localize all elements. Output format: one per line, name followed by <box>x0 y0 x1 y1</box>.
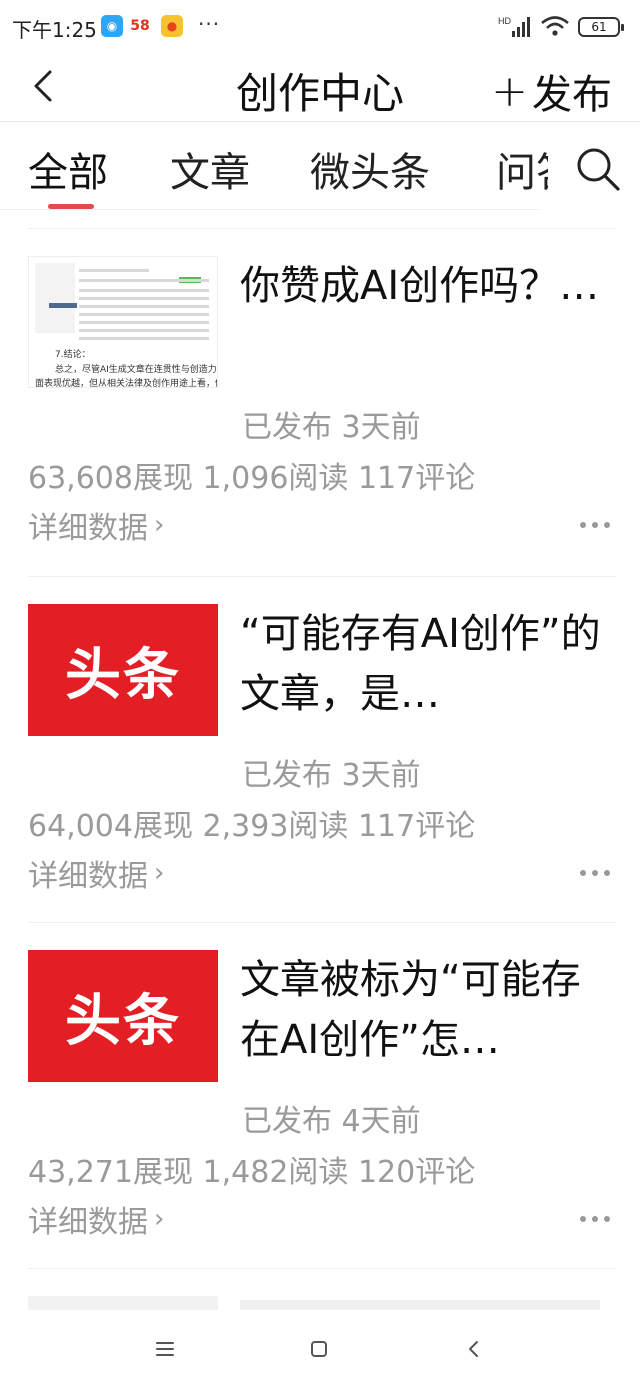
article-card[interactable]: 头条 文章被标为“可能存在AI创作”怎… 已发布 4天前 43,271展现 1,… <box>0 924 640 1264</box>
detail-data-link[interactable]: 详细数据 › <box>28 503 164 547</box>
article-title[interactable]: 你赞成AI创作吗？… <box>240 256 610 376</box>
detail-data-link[interactable]: 详细数据 › <box>28 851 164 895</box>
comments-count: 120评论 <box>357 1155 476 1190</box>
battery-icon: 61 <box>578 17 624 37</box>
nav-bar: 创作中心 + 发布 <box>0 54 640 122</box>
status-bar: 下午1:25 ◉ 58 ● ··· HD 61 <box>0 0 640 54</box>
doc-line <box>79 321 209 324</box>
reads-count: 1,482阅读 <box>202 1155 349 1190</box>
wifi-icon <box>541 16 569 36</box>
reads-count: 1,096阅读 <box>202 461 349 496</box>
search-icon[interactable] <box>575 146 621 192</box>
menu-icon[interactable] <box>150 1334 180 1364</box>
status-label: 已发布 <box>242 410 332 445</box>
content-tabs: 全部 文章 微头条 问答 <box>0 122 640 210</box>
more-options-icon[interactable] <box>578 866 612 880</box>
impressions-count: 43,271展现 <box>28 1155 193 1190</box>
article-status: 已发布 3天前 <box>242 402 421 446</box>
article-card[interactable]: 7.结论： 总之，尽管AI生成文章在连贯性与创造力方 面表现优越，但从相关法律及… <box>0 230 640 570</box>
divider <box>28 576 616 577</box>
more-options-icon[interactable] <box>578 518 612 532</box>
impressions-count: 64,004展现 <box>28 809 193 844</box>
impressions-count: 63,608展现 <box>28 461 193 496</box>
chat-app-icon: ◉ <box>101 15 123 37</box>
chevron-right-icon: › <box>154 510 165 540</box>
divider <box>28 922 616 923</box>
doc-sidebar <box>35 263 75 333</box>
article-title[interactable]: 文章被标为“可能存在AI创作”怎… <box>240 950 610 1070</box>
tab-qa[interactable]: 问答 <box>496 140 548 198</box>
article-card[interactable]: 头条 “可能存有AI创作”的文章，是… 已发布 3天前 64,004展现 2,3… <box>0 578 640 918</box>
article-status: 已发布 3天前 <box>242 750 421 794</box>
doc-line <box>79 297 209 300</box>
status-time: 下午1:25 <box>12 18 97 42</box>
detail-data-label: 详细数据 <box>28 859 148 894</box>
doc-caption: 7.结论： <box>55 350 91 360</box>
chevron-right-icon: › <box>154 858 165 888</box>
tab-qa-clip: 问答 <box>496 122 548 210</box>
doc-line <box>79 337 209 340</box>
doc-line <box>79 289 209 292</box>
status-label: 已发布 <box>242 1104 332 1139</box>
tab-micro-headlines[interactable]: 微头条 <box>310 140 430 198</box>
publish-time: 3天前 <box>341 410 421 445</box>
detail-data-link[interactable]: 详细数据 › <box>28 1197 164 1241</box>
tab-all[interactable]: 全部 <box>28 140 108 198</box>
more-notifications-icon: ··· <box>198 12 221 36</box>
article-thumbnail: 7.结论： 总之，尽管AI生成文章在连贯性与创造力方 面表现优越，但从相关法律及… <box>28 256 218 388</box>
reads-count: 2,393阅读 <box>202 809 349 844</box>
comments-count: 117评论 <box>357 461 476 496</box>
article-thumbnail: 头条 <box>28 604 218 736</box>
back-nav-icon[interactable] <box>458 1334 488 1364</box>
doc-line <box>79 269 149 272</box>
divider <box>28 228 616 229</box>
publish-time: 3天前 <box>341 758 421 793</box>
status-label: 已发布 <box>242 758 332 793</box>
doc-highlight <box>49 303 77 308</box>
doc-line <box>79 279 209 282</box>
svg-text:HD: HD <box>498 16 511 26</box>
doc-line <box>79 305 209 308</box>
doc-line <box>79 313 209 316</box>
divider <box>28 1268 616 1269</box>
article-thumbnail: 头条 <box>28 950 218 1082</box>
article-stats: 63,608展现 1,096阅读 117评论 <box>28 453 475 497</box>
comments-count: 117评论 <box>357 809 476 844</box>
chevron-right-icon: › <box>154 1204 165 1234</box>
article-title[interactable]: “可能存有AI创作”的文章，是… <box>240 604 610 724</box>
divider <box>0 209 540 210</box>
signal-icon: HD <box>498 16 530 37</box>
doc-caption: 总之，尽管AI生成文章在连贯性与创造力方 <box>55 365 218 375</box>
doc-caption: 面表现优越，但从相关法律及创作用途上看，仍 <box>35 379 218 388</box>
publish-label: 发布 <box>532 72 612 118</box>
home-icon[interactable] <box>304 1334 334 1364</box>
toutiao-logo: 头条 <box>65 642 181 708</box>
game-app-icon: ● <box>161 15 183 37</box>
doc-line <box>79 329 209 332</box>
article-status: 已发布 4天前 <box>242 1096 421 1140</box>
toutiao-logo: 头条 <box>65 988 181 1054</box>
plus-icon: + <box>491 65 528 117</box>
more-options-icon[interactable] <box>578 1212 612 1226</box>
system-nav-bar <box>0 1310 640 1387</box>
article-stats: 64,004展现 2,393阅读 117评论 <box>28 801 475 845</box>
article-title-partial <box>240 1300 600 1310</box>
detail-data-label: 详细数据 <box>28 511 148 546</box>
article-thumbnail-partial <box>28 1296 218 1310</box>
detail-data-label: 详细数据 <box>28 1205 148 1240</box>
publish-time: 4天前 <box>341 1104 421 1139</box>
publish-button[interactable]: + 发布 <box>491 62 612 120</box>
58-app-icon: 58 <box>130 18 150 34</box>
tab-articles[interactable]: 文章 <box>170 140 250 198</box>
article-stats: 43,271展现 1,482阅读 120评论 <box>28 1147 475 1191</box>
